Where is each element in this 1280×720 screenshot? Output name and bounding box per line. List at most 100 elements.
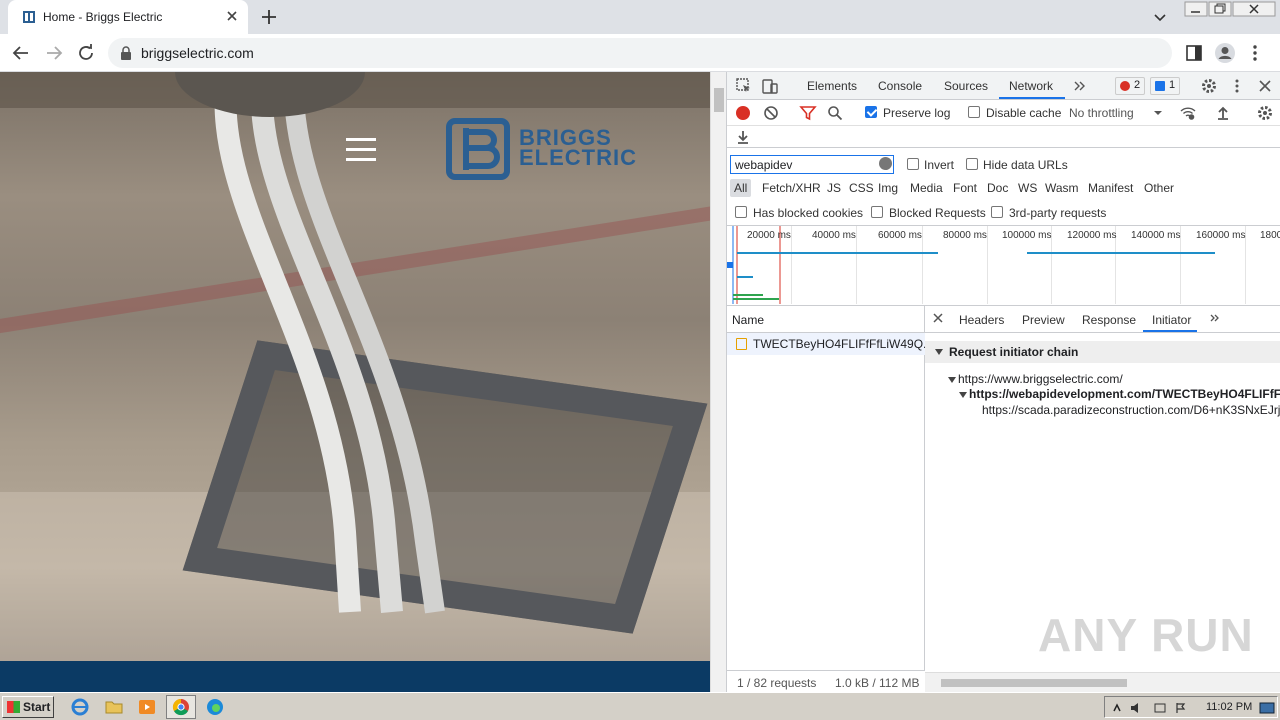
detail-close-icon[interactable] [931, 311, 945, 325]
type-filter-img[interactable]: Img [878, 181, 898, 195]
third-party-checkbox[interactable] [991, 206, 1003, 218]
initiator-url-1[interactable]: https://www.briggselectric.com/ [958, 372, 1123, 386]
active-detail-tab-indicator [1143, 330, 1197, 332]
logo-wordmark[interactable]: BRIGGS ELECTRIC [519, 127, 637, 169]
type-filter-css[interactable]: CSS [849, 181, 874, 195]
initiator-url-3[interactable]: https://scada.paradizeconstruction.com/D… [982, 403, 1280, 417]
system-tray: 11:02 PM [1104, 696, 1278, 718]
more-detail-tabs-icon[interactable] [1208, 311, 1222, 325]
invert-checkbox[interactable] [907, 158, 919, 170]
tab-preview[interactable]: Preview [1022, 313, 1065, 327]
errors-badge[interactable]: 2 [1115, 77, 1146, 95]
reload-icon[interactable] [75, 42, 97, 64]
name-column-header[interactable]: Name [727, 306, 925, 333]
tab-response[interactable]: Response [1082, 313, 1136, 327]
new-tab-icon[interactable] [259, 7, 279, 27]
type-filter-font[interactable]: Font [953, 181, 977, 195]
clear-filter-icon[interactable] [879, 157, 892, 170]
hide-data-urls-label[interactable]: Hide data URLs [983, 158, 1068, 172]
type-filter-manifest[interactable]: Manifest [1088, 181, 1133, 195]
type-filter-doc[interactable]: Doc [987, 181, 1008, 195]
briggs-logo-icon[interactable] [446, 118, 510, 180]
window-close-icon[interactable] [1232, 1, 1276, 17]
chevron-down-icon[interactable] [1151, 8, 1169, 26]
customize-kebab-icon[interactable] [1228, 77, 1246, 95]
chrome-taskbar-button[interactable] [166, 695, 196, 719]
tab-elements[interactable]: Elements [807, 79, 857, 93]
tab-sources[interactable]: Sources [944, 79, 988, 93]
menu-kebab-icon[interactable] [1244, 42, 1266, 64]
minimize-icon[interactable] [1184, 1, 1208, 17]
network-overview-timeline[interactable]: 20000 ms 40000 ms 60000 ms 80000 ms 1000… [727, 226, 1280, 306]
disable-cache-checkbox[interactable] [968, 106, 980, 118]
tab-headers[interactable]: Headers [959, 313, 1004, 327]
type-filter-fetch-xhr[interactable]: Fetch/XHR [762, 181, 821, 195]
tab-network[interactable]: Network [1009, 79, 1053, 93]
more-tabs-icon[interactable] [1071, 77, 1089, 95]
settings-gear-icon[interactable] [1200, 77, 1218, 95]
has-blocked-cookies-label[interactable]: Has blocked cookies [753, 206, 863, 220]
media-player-icon[interactable] [137, 697, 157, 717]
expand-triangle-icon[interactable] [948, 377, 956, 383]
collapse-triangle-icon[interactable] [935, 349, 943, 355]
hide-data-urls-checkbox[interactable] [966, 158, 978, 170]
messages-badge[interactable]: 1 [1150, 77, 1181, 95]
initiator-chain-header[interactable]: Request initiator chain [925, 341, 1280, 363]
folder-icon[interactable] [104, 697, 124, 717]
taskbar-clock[interactable]: 11:02 PM [1206, 701, 1252, 713]
forward-icon[interactable] [43, 42, 65, 64]
invert-label[interactable]: Invert [924, 158, 954, 172]
export-har-icon[interactable] [734, 128, 752, 146]
blocked-requests-checkbox[interactable] [871, 206, 883, 218]
inspect-element-icon[interactable] [735, 77, 753, 95]
start-button[interactable]: Start [2, 696, 54, 718]
edge-icon[interactable] [205, 697, 225, 717]
side-panel-icon[interactable] [1183, 42, 1205, 64]
type-filter-ws[interactable]: WS [1018, 181, 1037, 195]
has-blocked-cookies-checkbox[interactable] [735, 206, 747, 218]
type-filter-wasm[interactable]: Wasm [1045, 181, 1079, 195]
initiator-url-2[interactable]: https://webapidevelopment.com/TWECTBeyHO… [969, 387, 1280, 401]
throttling-select[interactable]: No throttling [1069, 106, 1134, 120]
devtools-close-icon[interactable] [1256, 77, 1274, 95]
show-desktop-icon[interactable] [1259, 701, 1275, 715]
detail-scrollbar-thumb[interactable] [941, 679, 1127, 687]
active-tab-indicator [999, 97, 1065, 99]
profile-avatar-icon[interactable] [1214, 42, 1236, 64]
type-filter-js[interactable]: JS [827, 181, 841, 195]
lock-icon[interactable] [120, 46, 132, 60]
preserve-log-label[interactable]: Preserve log [883, 106, 950, 120]
import-har-icon[interactable] [1214, 104, 1232, 122]
tray-icons[interactable] [1111, 701, 1191, 715]
third-party-label[interactable]: 3rd-party requests [1009, 206, 1106, 220]
type-filter-all[interactable]: All [730, 179, 752, 197]
filter-icon[interactable] [799, 104, 817, 122]
address-bar[interactable]: briggselectric.com [108, 38, 1172, 68]
browser-tab[interactable]: Home - Briggs Electric [8, 0, 248, 34]
expand-triangle-icon[interactable] [959, 392, 967, 398]
filter-input[interactable]: webapidev [730, 155, 894, 174]
network-conditions-icon[interactable] [1179, 104, 1197, 122]
type-filter-other[interactable]: Other [1144, 181, 1174, 195]
type-filter-media[interactable]: Media [910, 181, 943, 195]
disable-cache-label[interactable]: Disable cache [986, 106, 1061, 120]
tab-close-icon[interactable] [224, 8, 240, 24]
blocked-requests-label[interactable]: Blocked Requests [889, 206, 986, 220]
ie-icon[interactable] [70, 697, 90, 717]
preserve-log-checkbox[interactable] [865, 106, 877, 118]
tab-initiator[interactable]: Initiator [1152, 313, 1191, 327]
detail-horizontal-scrollbar[interactable] [925, 672, 1280, 692]
throttling-dropdown-icon[interactable] [1153, 104, 1163, 122]
hamburger-menu-icon[interactable] [346, 138, 376, 161]
request-row[interactable]: TWECTBeyHO4FLIFfFfLiW49Q... [727, 333, 925, 355]
search-icon[interactable] [826, 104, 844, 122]
device-toolbar-icon[interactable] [761, 77, 779, 95]
network-settings-icon[interactable] [1256, 104, 1274, 122]
page-scrollbar-thumb[interactable] [714, 88, 724, 112]
page-scrollbar[interactable] [710, 72, 726, 692]
tab-console[interactable]: Console [878, 79, 922, 93]
record-icon[interactable] [734, 104, 752, 122]
restore-icon[interactable] [1208, 1, 1232, 17]
back-icon[interactable] [10, 42, 32, 64]
clear-icon[interactable] [762, 104, 780, 122]
